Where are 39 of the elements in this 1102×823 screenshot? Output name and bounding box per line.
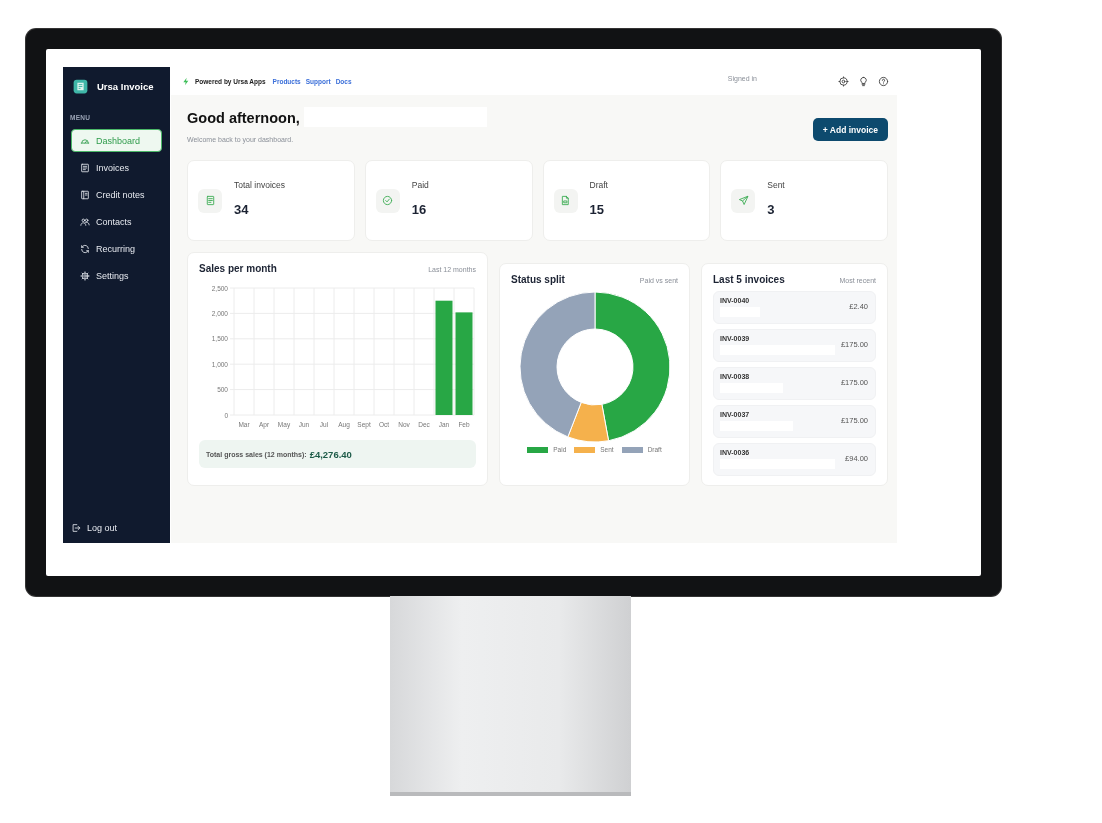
card-title: Last 5 invoices bbox=[713, 274, 785, 285]
sidebar-item[interactable]: Contacts bbox=[71, 210, 162, 233]
sidebar-item[interactable]: Credit notes bbox=[71, 183, 162, 206]
stat-label: Sent bbox=[767, 179, 785, 190]
add-invoice-button[interactable]: + Add invoice bbox=[812, 118, 888, 141]
document-icon bbox=[80, 189, 90, 200]
card-title: Status split bbox=[511, 274, 565, 285]
sidebar-item[interactable]: Recurring bbox=[71, 237, 162, 260]
logout-icon bbox=[71, 523, 81, 533]
refresh-icon bbox=[80, 243, 90, 254]
stat-label: Paid bbox=[411, 179, 429, 190]
legend-swatch bbox=[527, 446, 549, 453]
settings-icon[interactable] bbox=[838, 75, 849, 87]
legend-swatch bbox=[574, 446, 596, 453]
file-icon bbox=[560, 195, 571, 206]
greeting: Good afternoon, bbox=[187, 110, 300, 126]
people-icon bbox=[80, 216, 90, 227]
stat-value: 16 bbox=[411, 201, 428, 217]
logo-icon bbox=[73, 79, 88, 94]
stat-value: 15 bbox=[589, 201, 605, 217]
check-circle-icon bbox=[382, 195, 394, 206]
total-value: £4,276.40 bbox=[309, 448, 352, 460]
stat-value: 34 bbox=[234, 201, 250, 217]
logout-button[interactable]: Log out bbox=[71, 521, 162, 535]
document-icon bbox=[204, 195, 216, 206]
legend-swatch bbox=[621, 446, 643, 453]
sidebar-item[interactable]: Settings bbox=[71, 264, 162, 287]
app-name: Ursa Invoice bbox=[97, 81, 154, 92]
lightning-icon bbox=[182, 76, 190, 86]
document-icon bbox=[80, 162, 90, 173]
stat-value: 3 bbox=[767, 201, 776, 217]
settings-icon bbox=[80, 270, 90, 281]
lightbulb-icon[interactable] bbox=[858, 75, 869, 87]
stat-label: Draft bbox=[589, 179, 608, 190]
sidebar-item[interactable]: Invoices bbox=[71, 156, 162, 179]
card-title: Sales per month bbox=[199, 263, 277, 274]
stat-label: Total invoices bbox=[234, 179, 286, 190]
send-icon bbox=[737, 195, 749, 206]
help-icon[interactable] bbox=[878, 75, 889, 87]
